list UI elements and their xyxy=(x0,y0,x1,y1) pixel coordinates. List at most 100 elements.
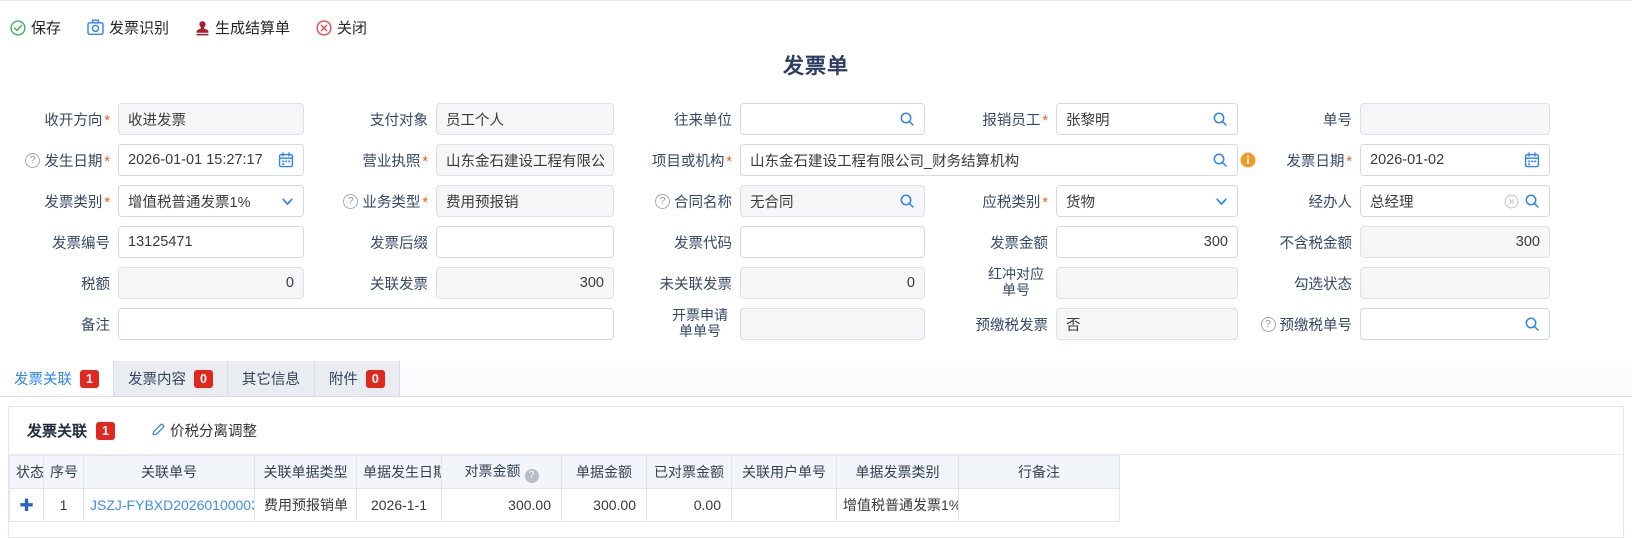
field-value: 300 xyxy=(446,275,604,291)
clear-icon[interactable] xyxy=(1504,194,1519,209)
field-value: 否 xyxy=(1066,314,1228,335)
calendar-icon[interactable] xyxy=(1524,152,1540,168)
toolbar: 保存 发票识别 生成结算单 关闭 xyxy=(0,1,1632,39)
col-line-remark: 行备注 xyxy=(959,456,1120,489)
handler-field[interactable]: 总经理 xyxy=(1360,185,1550,217)
calendar-icon[interactable] xyxy=(278,152,294,168)
invoice-recognize-button[interactable]: 发票识别 xyxy=(87,17,169,38)
invoice-code-field[interactable] xyxy=(740,226,925,258)
help-icon: ? xyxy=(343,194,358,209)
field-label-handler: 经办人 xyxy=(1238,185,1360,217)
search-icon[interactable] xyxy=(1212,111,1228,127)
field-label-business-license: 营业执照 xyxy=(304,144,436,176)
prepaid-tax-no-field[interactable] xyxy=(1360,308,1550,340)
tax-category-select[interactable]: 货物 xyxy=(1056,185,1238,217)
linked-invoice-field: 300 xyxy=(436,267,614,299)
invoice-relation-panel: 发票关联 1 价税分离调整 状态 序号 关联单号 关联单据类型 单据发生日期 对… xyxy=(8,406,1624,538)
row-billed-amount-cell: 0.00 xyxy=(647,489,732,522)
field-label-reimburse-employee: 报销员工 xyxy=(925,103,1056,135)
save-button-label: 保存 xyxy=(31,17,61,38)
col-invoice-type: 单据发票类别 xyxy=(837,456,959,489)
search-icon[interactable] xyxy=(1524,316,1540,332)
row-invoice-type-cell: 增值税普通发票1% xyxy=(837,489,959,522)
field-label-remark: 备注 xyxy=(18,308,118,340)
field-label-amount-excl-tax: 不含税金额 xyxy=(1238,226,1360,258)
field-value: 总经理 xyxy=(1370,191,1499,212)
tab-invoice-relation[interactable]: 发票关联 1 xyxy=(0,361,114,396)
field-value: 无合同 xyxy=(750,191,894,212)
save-button[interactable]: 保存 xyxy=(10,17,61,38)
check-status-field xyxy=(1360,267,1550,299)
relation-table: 状态 序号 关联单号 关联单据类型 单据发生日期 对票金额? 单据金额 已对票金… xyxy=(9,455,1120,522)
invoice-amount-field[interactable]: 300 xyxy=(1056,226,1238,258)
chevron-down-icon[interactable] xyxy=(281,195,294,208)
reimburse-employee-field[interactable]: 张黎明 xyxy=(1056,103,1238,135)
panel-title: 发票关联 xyxy=(27,420,87,441)
business-license-field: 山东金石建设工程有限公司 xyxy=(436,144,614,176)
table-header-row: 状态 序号 关联单号 关联单据类型 单据发生日期 对票金额? 单据金额 已对票金… xyxy=(10,456,1120,489)
invoice-suffix-field[interactable] xyxy=(436,226,614,258)
counterparty-field[interactable] xyxy=(740,103,925,135)
field-value: 山东金石建设工程有限公司 xyxy=(446,150,604,171)
search-icon[interactable] xyxy=(899,193,915,209)
prepaid-tax-invoice-field: 否 xyxy=(1056,308,1238,340)
col-doc-date: 单据发生日期 xyxy=(357,456,442,489)
red-flush-no-field xyxy=(1056,267,1238,299)
count-badge: 1 xyxy=(80,370,99,388)
field-label-invoice-suffix: 发票后缀 xyxy=(304,226,436,258)
stamp-icon xyxy=(195,20,210,36)
business-type-field: 费用预报销 xyxy=(436,185,614,217)
row-line-remark-cell xyxy=(959,489,1120,522)
invoice-category-select[interactable]: 增值税普通发票1% xyxy=(118,185,304,217)
row-user-doc-no-cell xyxy=(732,489,837,522)
search-icon[interactable] xyxy=(1524,193,1540,209)
invoice-date-field[interactable]: 2026-01-02 xyxy=(1360,144,1550,176)
search-icon[interactable] xyxy=(899,111,915,127)
field-value: 山东金石建设工程有限公司_财务结算机构 xyxy=(750,150,1207,171)
close-button[interactable]: 关闭 xyxy=(316,17,367,38)
chevron-down-icon[interactable] xyxy=(1215,195,1228,208)
col-user-doc-no: 关联用户单号 xyxy=(732,456,837,489)
unlinked-invoice-field: 0 xyxy=(740,267,925,299)
tab-label: 发票内容 xyxy=(128,368,186,389)
remark-field[interactable] xyxy=(118,308,614,340)
tab-invoice-content[interactable]: 发票内容 0 xyxy=(114,361,228,396)
field-value: 2026-01-01 15:27:17 xyxy=(128,152,273,168)
field-label-counterparty: 往来单位 xyxy=(614,103,740,135)
field-value: 货物 xyxy=(1066,191,1210,212)
close-circle-icon xyxy=(316,20,332,36)
plus-icon[interactable]: ✚ xyxy=(19,496,33,515)
doc-no-link[interactable]: JSZJ-FYBXD20260100003 xyxy=(90,497,255,513)
tax-amount-field: 0 xyxy=(118,267,304,299)
occur-date-field[interactable]: 2026-01-01 15:27:17 xyxy=(118,144,304,176)
field-label-billing-apply-no: 开票申请单单号 xyxy=(614,308,740,340)
generate-settlement-button[interactable]: 生成结算单 xyxy=(195,17,290,38)
count-badge: 1 xyxy=(96,422,115,440)
field-value: 13125471 xyxy=(128,234,294,250)
field-label-red-flush-no: 红冲对应单号 xyxy=(925,267,1056,299)
help-icon: ? xyxy=(25,153,40,168)
field-label-check-status: 勾选状态 xyxy=(1238,267,1360,299)
row-doc-no-cell: JSZJ-FYBXD20260100003 xyxy=(84,489,255,522)
info-icon[interactable] xyxy=(1240,152,1256,168)
tab-attachment[interactable]: 附件 0 xyxy=(315,361,400,396)
field-label-invoice-amount: 发票金额 xyxy=(925,226,1056,258)
field-label-linked-invoice: 关联发票 xyxy=(304,267,436,299)
tab-bar-filler xyxy=(400,361,1632,396)
row-doc-amount-cell: 300.00 xyxy=(562,489,647,522)
price-tax-separation-adjust-label: 价税分离调整 xyxy=(170,420,257,441)
page-title: 发票单 xyxy=(0,50,1632,80)
field-label-invoice-code: 发票代码 xyxy=(614,226,740,258)
search-icon[interactable] xyxy=(1212,152,1228,168)
help-icon: ? xyxy=(1261,317,1276,332)
field-label-unlinked-invoice: 未关联发票 xyxy=(614,267,740,299)
project-org-field[interactable]: 山东金石建设工程有限公司_财务结算机构 xyxy=(740,144,1238,176)
field-label-invoice-category: 发票类别 xyxy=(18,185,118,217)
field-label-contract-name: ? 合同名称 xyxy=(614,185,740,217)
tab-other-info[interactable]: 其它信息 xyxy=(228,361,315,396)
edit-pen-icon xyxy=(151,422,165,440)
price-tax-separation-adjust-link[interactable]: 价税分离调整 xyxy=(151,420,257,441)
col-doc-type: 关联单据类型 xyxy=(255,456,357,489)
field-label-tax-amount: 税额 xyxy=(18,267,118,299)
invoice-no-field[interactable]: 13125471 xyxy=(118,226,304,258)
